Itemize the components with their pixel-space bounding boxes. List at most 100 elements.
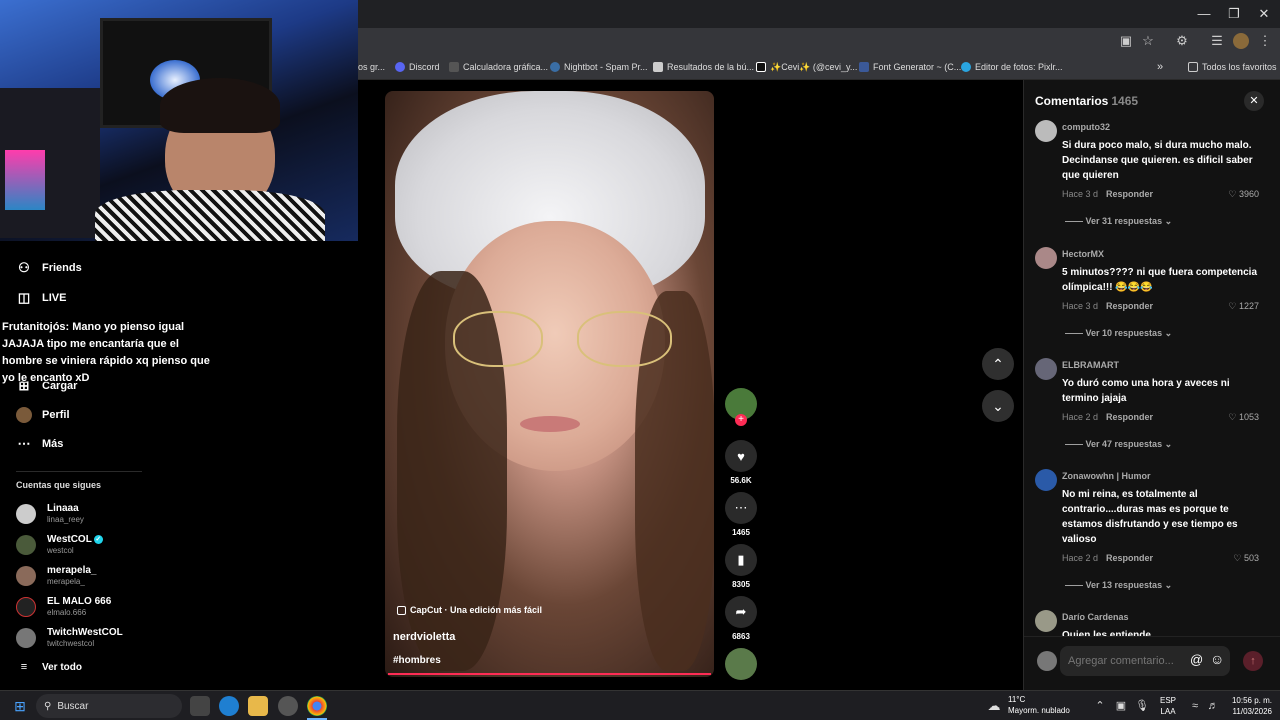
follow-plus-icon[interactable]: + <box>735 414 747 426</box>
kebab-menu-icon[interactable]: ⋮ <box>1257 33 1273 49</box>
all-bookmarks-button[interactable]: Todos los favoritos <box>1188 60 1277 74</box>
comment-like-button[interactable]: ♡ 3960 <box>1228 189 1259 200</box>
emoji-icon[interactable]: ☺ <box>1210 651 1224 667</box>
next-video-button[interactable]: ⌄ <box>982 390 1014 422</box>
mention-icon[interactable]: @ <box>1190 652 1203 667</box>
bookmark-item[interactable]: Font Generator ~ (C... <box>859 60 961 74</box>
share-button[interactable]: ➦ 6863 <box>725 596 757 641</box>
obs-icon[interactable] <box>278 696 298 716</box>
nav-live[interactable]: ◫ LIVE <box>16 287 67 309</box>
search-icon: ⚲ <box>44 700 52 712</box>
capcut-tag[interactable]: CapCut · Una edición más fácil <box>397 605 542 615</box>
bookmark-item[interactable]: Discord <box>395 60 440 74</box>
save-button[interactable]: ▮ 8305 <box>725 544 757 589</box>
edge-icon[interactable] <box>219 696 239 716</box>
comment-like-button[interactable]: ♡ 503 <box>1233 553 1259 564</box>
glasses-right <box>577 311 672 367</box>
progress-bar[interactable] <box>388 673 711 675</box>
nav-friends[interactable]: ⚇ Friends <box>16 257 82 279</box>
avatar <box>16 597 36 617</box>
task-view-icon[interactable] <box>190 696 210 716</box>
comment-like-button[interactable]: ♡ 1227 <box>1228 301 1259 312</box>
cast-icon[interactable]: ▣ <box>1118 33 1134 49</box>
followed-account[interactable]: Linaaa linaa_reey <box>16 500 84 528</box>
streamer-shirt <box>95 190 325 241</box>
author-avatar[interactable]: + <box>725 388 757 426</box>
reply-button[interactable]: Responder <box>1106 301 1153 311</box>
comment-input[interactable] <box>1060 646 1230 676</box>
video-author[interactable]: nerdvioletta <box>393 631 455 643</box>
wifi-icon[interactable]: ≈ <box>1185 696 1205 716</box>
sound-avatar[interactable] <box>725 648 757 680</box>
avatar <box>16 504 36 524</box>
close-comments-button[interactable]: ✕ <box>1244 91 1264 111</box>
view-replies-button[interactable]: —— Ver 13 respuestas ⌄ <box>1065 580 1172 591</box>
nav-profile[interactable]: Perfil <box>16 404 70 426</box>
weather-widget[interactable]: 11°C Mayorm. nublado <box>1008 694 1070 716</box>
windows-start-icon[interactable]: ⊞ <box>10 696 30 716</box>
more-bookmarks-button[interactable]: » <box>1157 60 1163 74</box>
reply-button[interactable]: Responder <box>1106 189 1153 199</box>
avatar[interactable] <box>1035 469 1057 491</box>
comment-user[interactable]: Zonawowhn | Humor <box>1062 471 1151 481</box>
see-all-following[interactable]: ≡ Ver todo <box>16 656 82 678</box>
followed-account[interactable]: WestCOL ✓ westcol <box>16 531 103 559</box>
microphone-icon[interactable]: 🎙 <box>1132 696 1152 716</box>
nav-more[interactable]: ⋯ Más <box>16 433 64 455</box>
avatar[interactable] <box>1035 358 1057 380</box>
close-window-icon[interactable]: ✕ <box>1249 4 1279 24</box>
video-hashtag[interactable]: #hombres <box>393 655 441 666</box>
file-explorer-icon[interactable] <box>248 696 268 716</box>
following-title: Cuentas que sigues <box>16 480 102 490</box>
clock[interactable]: 10:56 p. m. 11/03/2026 <box>1224 695 1272 717</box>
view-replies-button[interactable]: —— Ver 47 respuestas ⌄ <box>1065 439 1172 450</box>
profile-avatar-icon[interactable] <box>1233 33 1249 49</box>
followed-account[interactable]: merapela_ merapela_ <box>16 562 96 590</box>
comment-user[interactable]: HectorMX <box>1062 249 1104 259</box>
comment-user[interactable]: Darío Cardenas <box>1062 612 1129 622</box>
avatar <box>16 535 36 555</box>
comment-button[interactable]: ⋯ 1465 <box>725 492 757 537</box>
reply-button[interactable]: Responder <box>1106 412 1153 422</box>
bookmark-item[interactable]: os gr... <box>358 60 385 74</box>
avatar[interactable] <box>1035 247 1057 269</box>
comment-item: ELBRAMART Yo duró como una hora y aveces… <box>1035 358 1275 458</box>
comment-user[interactable]: ELBRAMART <box>1062 360 1119 370</box>
previous-video-button[interactable]: ⌃ <box>982 348 1014 380</box>
bookmark-item[interactable]: Nightbot - Spam Pr... <box>550 60 648 74</box>
reply-button[interactable]: Responder <box>1106 553 1153 563</box>
comment-composer: @ ☺ ↑ <box>1024 636 1280 690</box>
volume-icon[interactable]: ♬ <box>1203 696 1223 716</box>
tray-app-icon[interactable]: ▣ <box>1111 696 1131 716</box>
comment-like-button[interactable]: ♡ 1053 <box>1228 412 1259 423</box>
left-navigation: ⚇ Friends ◫ LIVE ⊞ Cargar Perfil ⋯ Más Cuent… <box>0 241 358 690</box>
comment-meta: Hace 2 d Responder <box>1062 412 1154 422</box>
bookmark-item[interactable]: Editor de fotos: Pixlr... <box>961 60 1063 74</box>
comment-text: 5 minutos???? ni que fuera competencia o… <box>1062 267 1258 293</box>
bookmark-item[interactable]: Calculadora gráfica... <box>449 60 548 74</box>
video-player[interactable]: CapCut · Una edición más fácil nerdviole… <box>385 91 714 677</box>
taskbar-search[interactable]: ⚲ Buscar <box>36 694 182 718</box>
minimize-icon[interactable]: — <box>1189 4 1219 24</box>
bookmark-item[interactable]: ✨Cevi✨ (@cevi_y... <box>756 60 857 74</box>
bookmark-item[interactable]: Resultados de la bú... <box>653 60 754 74</box>
media-icon[interactable]: ☰ <box>1209 33 1225 49</box>
avatar[interactable] <box>1035 120 1057 142</box>
star-icon[interactable]: ☆ <box>1140 33 1156 49</box>
weather-cloud-icon[interactable]: ☁ <box>984 696 1004 716</box>
chrome-icon[interactable] <box>307 696 327 716</box>
document-icon <box>653 62 663 72</box>
view-replies-button[interactable]: —— Ver 10 respuestas ⌄ <box>1065 328 1172 339</box>
view-replies-button[interactable]: —— Ver 31 respuestas ⌄ <box>1065 216 1172 227</box>
comment-user[interactable]: computo32 <box>1062 122 1110 132</box>
comment-item: HectorMX 5 minutos???? ni que fuera comp… <box>1035 247 1275 347</box>
send-button[interactable]: ↑ <box>1243 651 1263 671</box>
language-indicator[interactable]: ESP LAA <box>1160 695 1176 717</box>
followed-account[interactable]: EL MALO 666 elmalo.666 <box>16 593 111 621</box>
restore-icon[interactable]: ❐ <box>1219 4 1249 24</box>
avatar[interactable] <box>1035 610 1057 632</box>
like-button[interactable]: ♥ 56.6K <box>725 440 757 485</box>
followed-account[interactable]: TwitchWestCOL twitchwestcol <box>16 624 123 652</box>
chevron-up-icon[interactable]: ⌃ <box>1090 696 1110 716</box>
extensions-icon[interactable]: ⚙ <box>1174 33 1190 49</box>
